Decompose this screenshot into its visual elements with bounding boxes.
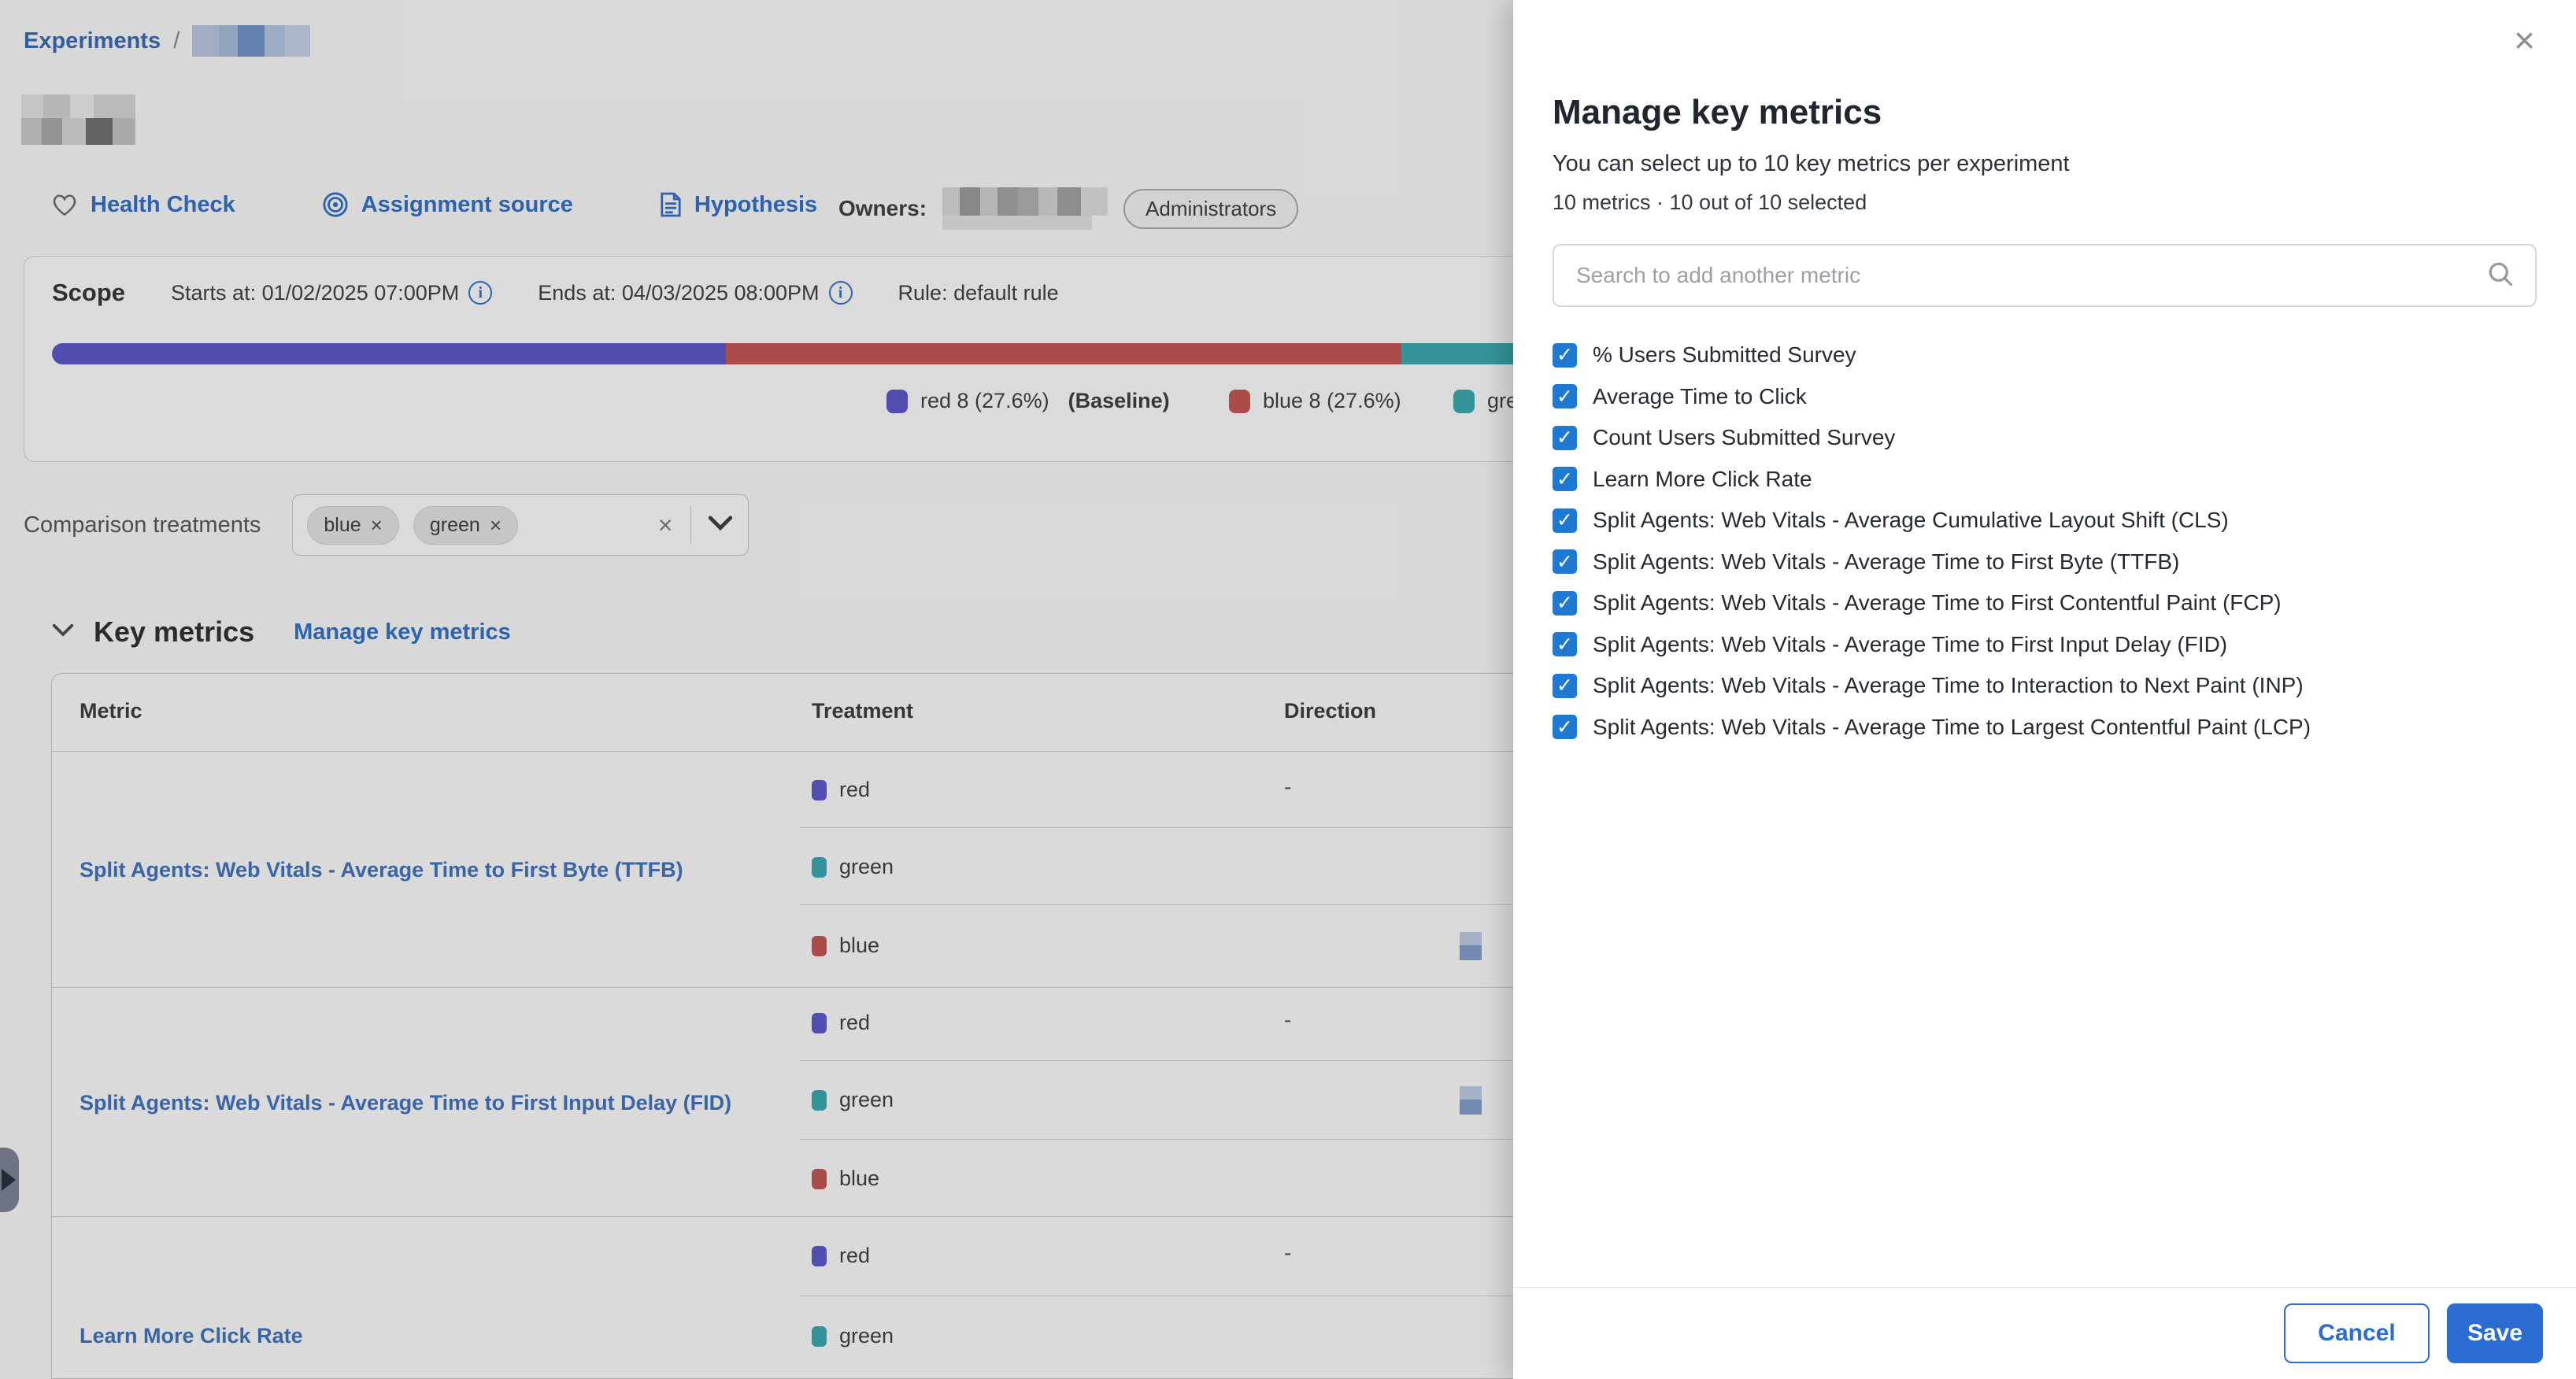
metric-option[interactable]: ✓Split Agents: Web Vitals - Average Cumu… [1553,500,2537,542]
modal-selection-summary: 10 metrics · 10 out of 10 selected [1553,190,1867,215]
checkbox-checked-icon[interactable]: ✓ [1553,715,1577,739]
metric-option[interactable]: ✓Split Agents: Web Vitals - Average Time… [1553,542,2537,583]
manage-key-metrics-modal: × Manage key metrics You can select up t… [1513,0,2576,1379]
checkbox-checked-icon[interactable]: ✓ [1553,591,1577,616]
close-icon[interactable]: × [2514,22,2535,58]
save-button[interactable]: Save [2447,1303,2543,1363]
checkbox-checked-icon[interactable]: ✓ [1553,674,1577,698]
checkbox-checked-icon[interactable]: ✓ [1553,384,1577,409]
checkbox-checked-icon[interactable]: ✓ [1553,508,1577,533]
metric-option[interactable]: ✓Split Agents: Web Vitals - Average Time… [1553,665,2537,707]
checkbox-checked-icon[interactable]: ✓ [1553,549,1577,574]
metric-option[interactable]: ✓Split Agents: Web Vitals - Average Time… [1553,624,2537,666]
app-root: Experiments / Health Check Assignment so… [0,0,2576,1379]
metric-option[interactable]: ✓Count Users Submitted Survey [1553,417,2537,459]
metric-option[interactable]: ✓% Users Submitted Survey [1553,335,2537,376]
metric-option[interactable]: ✓Learn More Click Rate [1553,459,2537,501]
checkbox-checked-icon[interactable]: ✓ [1553,343,1577,368]
metric-search-input[interactable] [1554,263,2486,288]
metric-checkbox-list: ✓% Users Submitted Survey ✓Average Time … [1553,335,2537,748]
modal-title: Manage key metrics [1553,93,1882,132]
checkbox-checked-icon[interactable]: ✓ [1553,467,1577,491]
search-icon [2486,260,2515,292]
metric-option[interactable]: ✓Split Agents: Web Vitals - Average Time… [1553,582,2537,624]
checkbox-checked-icon[interactable]: ✓ [1553,426,1577,450]
modal-footer: Cancel Save [1513,1287,2576,1379]
checkbox-checked-icon[interactable]: ✓ [1553,632,1577,656]
cancel-button[interactable]: Cancel [2284,1303,2430,1363]
modal-subtitle: You can select up to 10 key metrics per … [1553,151,2070,177]
metric-search-box [1553,244,2537,307]
metric-option[interactable]: ✓Split Agents: Web Vitals - Average Time… [1553,707,2537,749]
metric-option[interactable]: ✓Average Time to Click [1553,376,2537,418]
